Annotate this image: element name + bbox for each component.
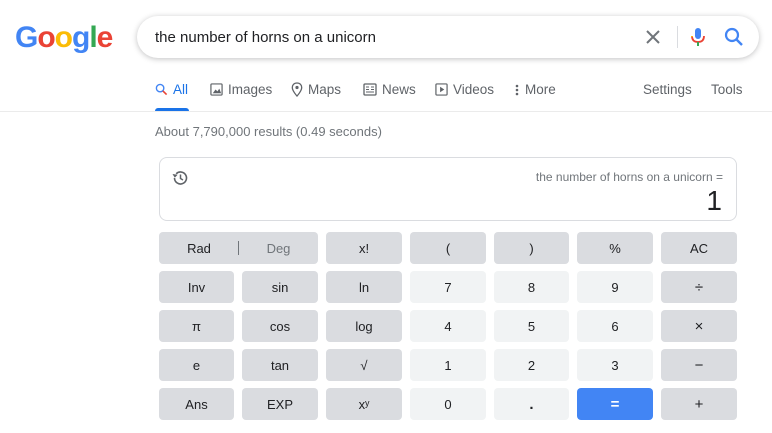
digit-8-key[interactable]: 8: [494, 271, 569, 303]
sqrt-key[interactable]: √: [326, 349, 402, 381]
pi-key[interactable]: π: [159, 310, 234, 342]
cos-key[interactable]: cos: [242, 310, 318, 342]
search-input[interactable]: [155, 26, 625, 48]
search-icon: [724, 27, 743, 46]
digit-5-key[interactable]: 5: [494, 310, 569, 342]
microphone-icon: [691, 28, 705, 46]
tan-key[interactable]: tan: [242, 349, 318, 381]
calculator-result: 1: [706, 185, 722, 216]
close-icon: [646, 30, 660, 44]
deg-button[interactable]: Deg: [239, 232, 318, 264]
plus-key[interactable]: +: [661, 388, 737, 420]
ln-key[interactable]: ln: [326, 271, 402, 303]
search-button[interactable]: [723, 26, 745, 48]
tab-more[interactable]: More: [514, 82, 556, 97]
logo-letter: o: [54, 21, 73, 54]
play-icon: [435, 83, 448, 96]
angle-mode-toggle: Rad Deg: [159, 232, 318, 264]
calculator-display: the number of horns on a unicorn = 1: [159, 157, 737, 221]
search-box: [137, 16, 759, 58]
logo-letter: l: [89, 21, 97, 54]
logo-letter: e: [96, 21, 114, 54]
newspaper-icon: [363, 83, 377, 96]
digit-9-key[interactable]: 9: [577, 271, 653, 303]
minus-key[interactable]: −: [661, 349, 737, 381]
settings-link[interactable]: Settings: [643, 82, 692, 97]
right-paren-key[interactable]: ): [494, 232, 569, 264]
image-icon: [210, 83, 223, 96]
percent-key[interactable]: %: [577, 232, 653, 264]
digit-3-key[interactable]: 3: [577, 349, 653, 381]
tab-label: More: [525, 82, 556, 97]
tab-all[interactable]: All: [155, 82, 188, 97]
google-logo[interactable]: Google: [15, 21, 114, 54]
tools-label: Tools: [711, 82, 743, 97]
exp-key[interactable]: EXP: [242, 388, 318, 420]
search-icon: [155, 83, 168, 96]
answer-key[interactable]: Ans: [159, 388, 234, 420]
inverse-key[interactable]: Inv: [159, 271, 234, 303]
euler-key[interactable]: e: [159, 349, 234, 381]
settings-label: Settings: [643, 82, 692, 97]
logo-letter: g: [72, 21, 90, 54]
tab-images[interactable]: Images: [210, 82, 272, 97]
digit-6-key[interactable]: 6: [577, 310, 653, 342]
tab-videos[interactable]: Videos: [435, 82, 494, 97]
tab-label: News: [382, 82, 416, 97]
multiply-key[interactable]: ×: [661, 310, 737, 342]
factorial-key[interactable]: x!: [326, 232, 402, 264]
decimal-key[interactable]: .: [494, 388, 569, 420]
digit-4-key[interactable]: 4: [410, 310, 486, 342]
tab-label: Videos: [453, 82, 495, 97]
logo-letter: G: [15, 21, 38, 54]
calculator-expression: the number of horns on a unicorn =: [535, 170, 723, 184]
more-vert-icon: [515, 84, 519, 95]
power-key[interactable]: xʸ: [326, 388, 402, 420]
tab-label: All: [173, 82, 189, 97]
history-icon: [172, 171, 188, 185]
rad-button[interactable]: Rad: [159, 232, 239, 264]
log-key[interactable]: log: [326, 310, 402, 342]
equals-key[interactable]: =: [577, 388, 653, 420]
clear-search-button[interactable]: [642, 26, 664, 48]
digit-2-key[interactable]: 2: [494, 349, 569, 381]
tab-label: Images: [228, 82, 273, 97]
left-paren-key[interactable]: (: [410, 232, 486, 264]
tab-news[interactable]: News: [363, 82, 416, 97]
all-clear-key[interactable]: AC: [661, 232, 737, 264]
tools-link[interactable]: Tools: [711, 82, 743, 97]
sin-key[interactable]: sin: [242, 271, 318, 303]
voice-search-button[interactable]: [687, 26, 709, 48]
tab-label: Maps: [308, 82, 342, 97]
digit-7-key[interactable]: 7: [410, 271, 486, 303]
digit-0-key[interactable]: 0: [410, 388, 486, 420]
result-stats: About 7,790,000 results (0.49 seconds): [155, 124, 382, 139]
tab-maps[interactable]: Maps: [291, 82, 341, 97]
logo-letter: o: [37, 21, 55, 54]
search-divider: [677, 26, 678, 48]
map-pin-icon: [291, 82, 303, 97]
divide-key[interactable]: ÷: [661, 271, 737, 303]
header-divider: [0, 111, 772, 112]
history-button[interactable]: [170, 168, 190, 188]
digit-1-key[interactable]: 1: [410, 349, 486, 381]
